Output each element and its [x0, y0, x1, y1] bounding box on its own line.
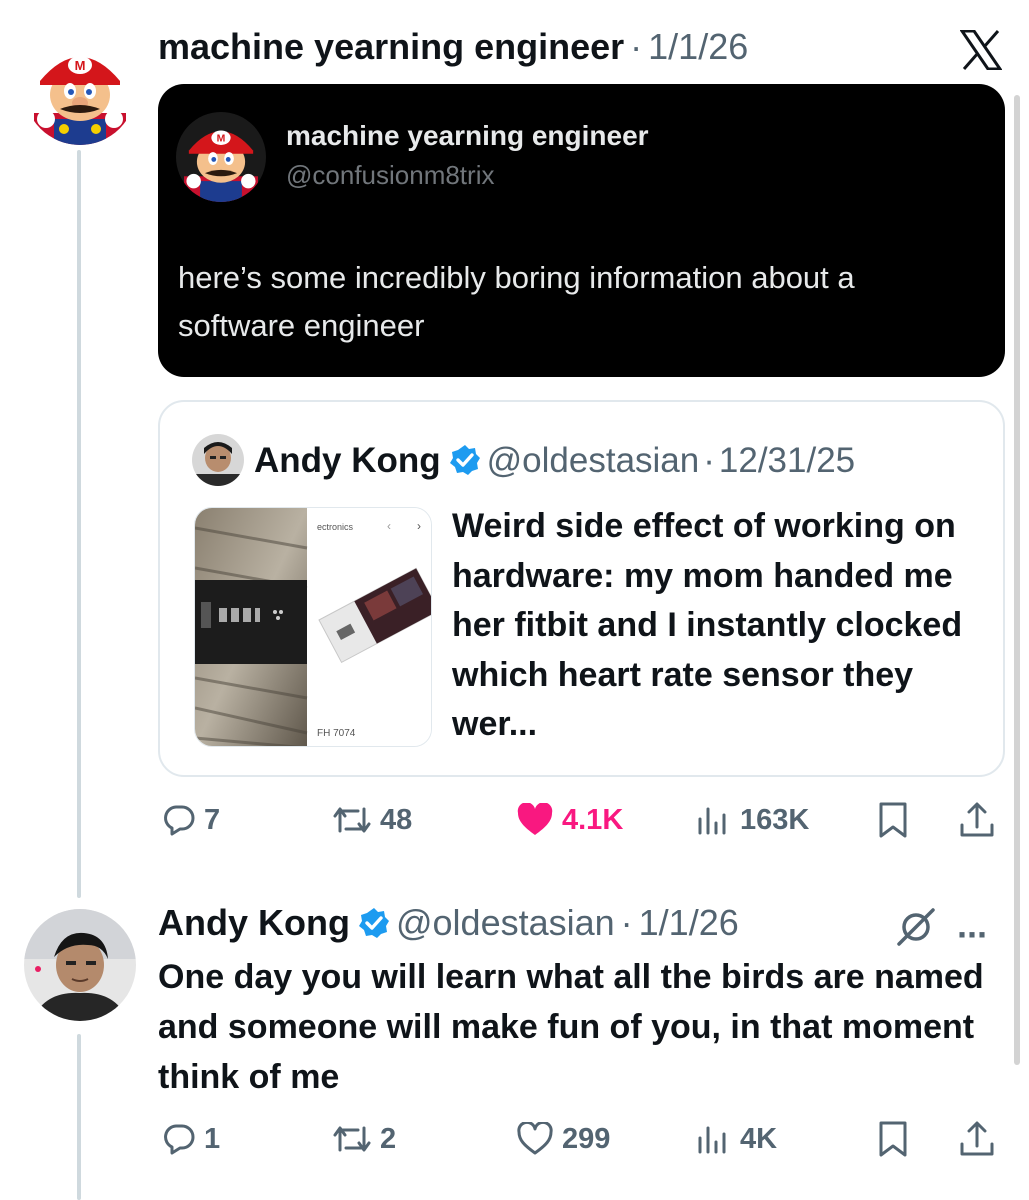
reply-text: One day you will learn what all the bird…: [158, 958, 984, 1096]
quote-image[interactable]: ectronics ‹ › FH 7074: [194, 507, 432, 747]
embedded-screenshot[interactable]: M machine yearning engineer @confusionm8…: [158, 84, 1005, 377]
post-action-bar: 7 48 4.1K 163K: [158, 798, 1005, 842]
screenshot-text: here’s some incredibly boring informatio…: [178, 260, 855, 343]
mario-avatar[interactable]: M: [24, 33, 136, 145]
svg-text:›: ›: [417, 519, 421, 533]
repost-icon: [332, 1122, 372, 1156]
like-button[interactable]: 4.1K: [516, 798, 623, 842]
views-icon: [694, 803, 732, 837]
bookmark-button[interactable]: [876, 1117, 910, 1161]
quote-header: Andy Kong @oldestasian · 12/31/25: [254, 440, 855, 481]
post-header: machine yearning engineer · 1/1/26: [158, 26, 748, 68]
views-count: 4K: [740, 1122, 778, 1155]
repost-button[interactable]: 2: [332, 1117, 396, 1161]
like-button[interactable]: 299: [516, 1117, 610, 1161]
reply-header: Andy Kong @oldestasian · 1/1/26: [158, 902, 739, 944]
views-button[interactable]: 4K: [694, 1117, 777, 1161]
repost-button[interactable]: 48: [332, 798, 412, 842]
reply-count: 7: [204, 803, 221, 836]
bookmark-icon: [876, 1120, 910, 1158]
like-count: 299: [562, 1122, 611, 1155]
svg-text:M: M: [75, 58, 86, 73]
heart-icon: [516, 803, 554, 837]
image-label-top: ectronics: [317, 522, 354, 532]
svg-text:M: M: [217, 134, 226, 145]
scrollbar[interactable]: [1014, 95, 1020, 1065]
separator: ·: [620, 902, 633, 943]
reply-count: 1: [204, 1122, 221, 1155]
reply-icon: [162, 803, 196, 837]
like-count: 4.1K: [562, 803, 624, 836]
reply-button[interactable]: 7: [162, 798, 220, 842]
screenshot-author-name: machine yearning engineer: [286, 120, 649, 151]
repost-count: 48: [380, 803, 413, 836]
x-logo-icon[interactable]: [959, 29, 1003, 75]
share-button[interactable]: [958, 798, 996, 842]
author-name[interactable]: machine yearning engineer: [158, 26, 624, 68]
verified-badge-icon: [449, 444, 481, 476]
share-icon: [958, 801, 996, 839]
more-options-icon[interactable]: ···: [957, 914, 989, 956]
svg-text:‹: ‹: [387, 519, 391, 533]
andy-avatar-small: [192, 434, 244, 486]
quote-text: Weird side effect of working on hardware…: [452, 507, 963, 743]
andy-avatar[interactable]: [24, 909, 136, 1021]
repost-icon: [332, 803, 372, 837]
grok-icon[interactable]: [895, 906, 937, 953]
reply-icon: [162, 1122, 196, 1156]
thread-line-bottom: [77, 1034, 81, 1200]
quote-author-name[interactable]: Andy Kong: [254, 441, 441, 481]
thread-line-top: [77, 150, 81, 898]
quote-handle[interactable]: @oldestasian: [487, 441, 700, 481]
repost-count: 2: [380, 1122, 397, 1155]
reply-button[interactable]: 1: [162, 1117, 220, 1161]
verified-badge-icon: [358, 906, 390, 938]
views-count: 163K: [740, 803, 810, 836]
bookmark-button[interactable]: [876, 798, 910, 842]
share-button[interactable]: [958, 1117, 996, 1161]
quoted-tweet[interactable]: Andy Kong @oldestasian · 12/31/25 ectron…: [158, 400, 1005, 777]
share-icon: [958, 1120, 996, 1158]
reply-action-bar: 1 2 299 4K: [158, 1117, 1005, 1161]
heart-icon: [516, 1122, 554, 1156]
views-button[interactable]: 163K: [694, 798, 809, 842]
separator: ·: [630, 26, 643, 67]
reply-handle[interactable]: @oldestasian: [396, 902, 615, 944]
screenshot-handle: @confusionm8trix: [286, 160, 495, 190]
mario-avatar-small: M: [176, 112, 266, 202]
quote-date[interactable]: 12/31/25: [719, 441, 855, 481]
image-label-bottom: FH 7074: [317, 728, 356, 739]
views-icon: [694, 1122, 732, 1156]
post-date[interactable]: 1/1/26: [648, 26, 748, 68]
reply-author-name[interactable]: Andy Kong: [158, 902, 350, 944]
separator: ·: [703, 441, 715, 480]
reply-date[interactable]: 1/1/26: [639, 902, 739, 944]
bookmark-icon: [876, 801, 910, 839]
